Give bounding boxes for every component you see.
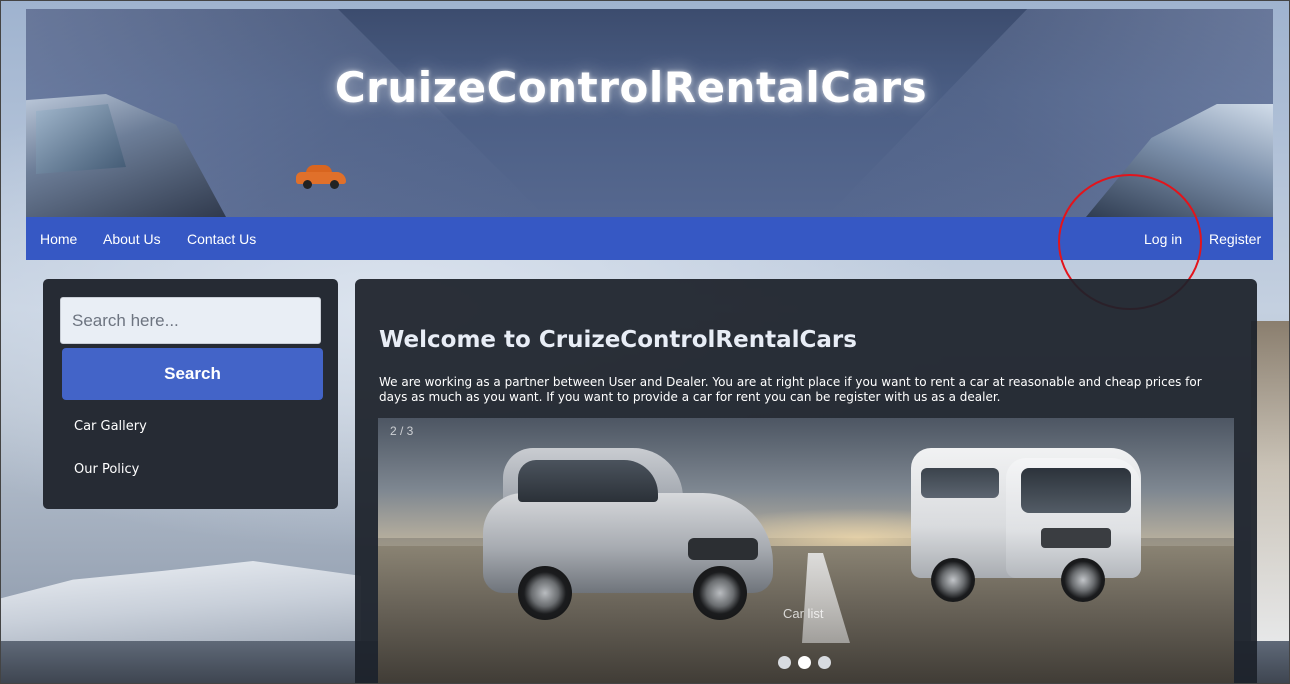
slide-counter: 2 / 3 [390,424,414,438]
sidebar-link-car-gallery[interactable]: Car Gallery [74,419,147,434]
carousel-indicators [778,654,838,670]
white-van-image [911,428,1141,608]
silver-suv-image [483,448,773,623]
header-banner [26,9,1273,217]
small-car-logo-icon [296,164,346,189]
search-input[interactable] [60,297,321,344]
slide-caption: Car list [783,606,824,621]
site-title: CruizeControlRentalCars [334,63,928,112]
page: CruizeControlRentalCars Home About Us Co… [0,0,1290,684]
search-button[interactable]: Search [62,348,323,400]
welcome-text: We are working as a partner between User… [379,375,1202,404]
nav-register-link[interactable]: Register [1209,231,1261,247]
nav-about-us-link[interactable]: About Us [103,231,161,247]
nav-home-link[interactable]: Home [40,231,77,247]
sidebar: Search Car Gallery Our Policy [43,279,338,509]
sidebar-link-our-policy[interactable]: Our Policy [74,462,139,477]
image-carousel[interactable]: 2 / 3 Car list [378,418,1234,683]
welcome-heading: Welcome to CruizeControlRentalCars [379,327,857,353]
carousel-dot-2[interactable] [798,656,811,669]
nav-contact-us-link[interactable]: Contact Us [187,231,256,247]
carousel-dot-3[interactable] [818,656,831,669]
carousel-dot-1[interactable] [778,656,791,669]
